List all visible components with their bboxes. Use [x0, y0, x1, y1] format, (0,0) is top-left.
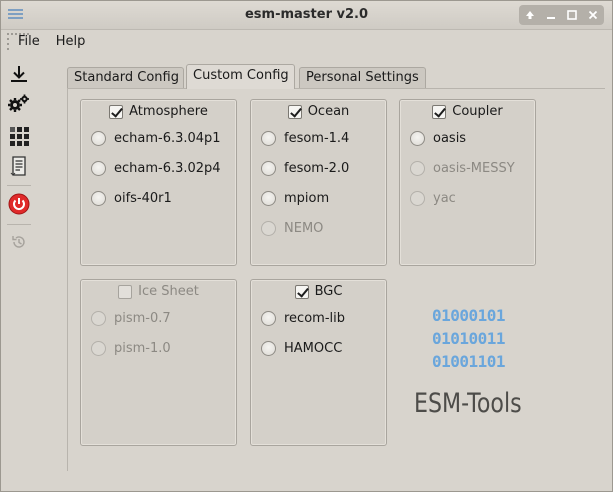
- option-fesom-2-0[interactable]: fesom-2.0: [261, 161, 349, 176]
- menu-help[interactable]: Help: [48, 31, 94, 53]
- download-icon[interactable]: [8, 63, 30, 85]
- option-label: oifs-40r1: [114, 191, 172, 206]
- option-yac: yac: [410, 191, 456, 206]
- radio-button[interactable]: [261, 191, 276, 206]
- option-oifs-40r1[interactable]: oifs-40r1: [91, 191, 172, 206]
- logo-bits-line: 01001101: [432, 352, 506, 371]
- window-controls: [519, 5, 604, 25]
- option-label: recom-lib: [284, 311, 345, 326]
- power-icon[interactable]: [8, 193, 30, 215]
- option-label: echam-6.3.02p4: [114, 161, 221, 176]
- option-recom-lib[interactable]: recom-lib: [261, 311, 345, 326]
- minimize-icon[interactable]: [544, 8, 558, 22]
- option-oasis-messy: oasis-MESSY: [410, 161, 515, 176]
- radio-button: [91, 341, 106, 356]
- radio-button[interactable]: [410, 131, 425, 146]
- radio-button[interactable]: [91, 191, 106, 206]
- tab-standard-config[interactable]: Standard Config: [67, 67, 184, 89]
- option-label: mpiom: [284, 191, 330, 206]
- option-mpiom[interactable]: mpiom: [261, 191, 329, 206]
- radio-button[interactable]: [261, 311, 276, 326]
- grid-icon[interactable]: [8, 124, 30, 146]
- gears-icon[interactable]: [8, 93, 30, 115]
- toolbar-separator: [7, 224, 31, 225]
- option-label: pism-1.0: [114, 341, 171, 356]
- radio-button[interactable]: [261, 161, 276, 176]
- coupler-title: Coupler: [452, 104, 503, 119]
- option-echam-6-3-02p4[interactable]: echam-6.3.02p4: [91, 161, 221, 176]
- coupler-checkbox[interactable]: [432, 104, 447, 119]
- tab-custom-config[interactable]: Custom Config: [186, 64, 295, 89]
- toolbar-grip-icon[interactable]: [7, 31, 31, 51]
- atmosphere-checkbox[interactable]: [109, 104, 124, 119]
- option-label: oasis: [433, 131, 467, 146]
- ice-sheet-checkbox: [118, 284, 133, 299]
- atmosphere-toggle[interactable]: Atmosphere: [81, 104, 236, 119]
- radio-button: [91, 311, 106, 326]
- history-icon[interactable]: [8, 231, 30, 253]
- option-label: echam-6.3.04p1: [114, 131, 221, 146]
- coupler-toggle[interactable]: Coupler: [400, 104, 535, 119]
- ice-sheet-toggle: Ice Sheet: [81, 284, 236, 299]
- option-label: fesom-1.4: [284, 131, 350, 146]
- ocean-title: Ocean: [307, 104, 350, 119]
- option-pism-1-0: pism-1.0: [91, 341, 171, 356]
- option-label: HAMOCC: [284, 341, 343, 356]
- group-bgc: BGC recom-lib HAMOCC: [250, 279, 387, 446]
- ice-sheet-title: Ice Sheet: [138, 284, 199, 299]
- group-ocean: Ocean fesom-1.4 fesom-2.0 mpiom NEMO: [250, 99, 387, 266]
- bgc-title: BGC: [314, 284, 343, 299]
- ocean-toggle[interactable]: Ocean: [251, 104, 386, 119]
- ocean-checkbox[interactable]: [287, 104, 302, 119]
- title-bar[interactable]: esm-master v2.0: [1, 1, 612, 30]
- close-icon[interactable]: [586, 8, 600, 22]
- logo-bits-line: 01000101: [432, 306, 506, 325]
- app-window: esm-master v2.0 File Help Standard Confi…: [0, 0, 613, 492]
- option-pism-0-7: pism-0.7: [91, 311, 171, 326]
- tab-personal-settings[interactable]: Personal Settings: [299, 67, 426, 89]
- left-toolbar: [5, 31, 33, 261]
- group-atmosphere: Atmosphere echam-6.3.04p1 echam-6.3.02p4…: [80, 99, 237, 266]
- option-label: pism-0.7: [114, 311, 171, 326]
- option-label: fesom-2.0: [284, 161, 350, 176]
- atmosphere-title: Atmosphere: [129, 104, 208, 119]
- document-icon[interactable]: [8, 155, 30, 177]
- group-ice-sheet: Ice Sheet pism-0.7 pism-1.0: [80, 279, 237, 446]
- toolbar-separator: [7, 185, 31, 186]
- radio-button[interactable]: [261, 341, 276, 356]
- maximize-icon[interactable]: [565, 8, 579, 22]
- radio-button[interactable]: [91, 161, 106, 176]
- option-label: yac: [433, 191, 456, 206]
- group-coupler: Coupler oasis oasis-MESSY yac: [399, 99, 536, 266]
- option-echam-6-3-04p1[interactable]: echam-6.3.04p1: [91, 131, 221, 146]
- option-label: oasis-MESSY: [433, 161, 515, 176]
- option-nemo: NEMO: [261, 221, 323, 236]
- option-label: NEMO: [284, 221, 324, 236]
- up-icon[interactable]: [523, 8, 537, 22]
- logo-bits-line: 01010011: [432, 329, 506, 348]
- radio-button: [410, 161, 425, 176]
- radio-button[interactable]: [91, 131, 106, 146]
- radio-button[interactable]: [261, 131, 276, 146]
- esm-tools-logo-text: ESM-Tools: [414, 388, 522, 419]
- bgc-checkbox[interactable]: [294, 284, 309, 299]
- esm-tools-logo-bits: 01000101 01010011 01001101: [432, 304, 506, 373]
- option-hamocc[interactable]: HAMOCC: [261, 341, 342, 356]
- radio-button: [410, 191, 425, 206]
- bgc-toggle[interactable]: BGC: [251, 284, 386, 299]
- option-fesom-1-4[interactable]: fesom-1.4: [261, 131, 349, 146]
- radio-button: [261, 221, 276, 236]
- option-oasis[interactable]: oasis: [410, 131, 466, 146]
